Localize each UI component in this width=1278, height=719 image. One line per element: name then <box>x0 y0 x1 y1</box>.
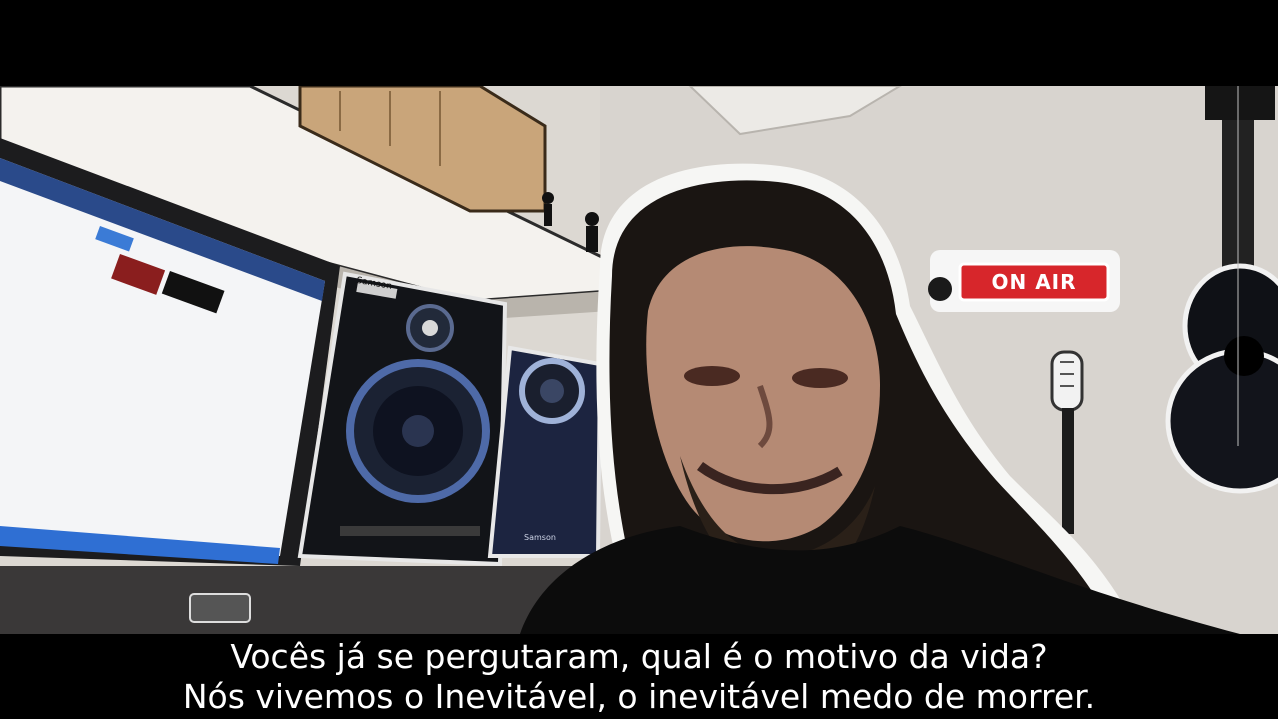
subtitle-line-2: Nós vivemos o Inevitável, o inevitável m… <box>182 676 1096 716</box>
video-scene <box>0 86 1278 634</box>
desktop-speaker-brand-label: Samson <box>524 533 556 542</box>
on-air-sign-text: ON AIR <box>991 270 1077 294</box>
letterbox-top <box>0 0 1278 86</box>
subtitle-block: Vocês já se pergutaram, qual é o motivo … <box>0 634 1278 719</box>
subtitle-line-1: Vocês já se pergutaram, qual é o motivo … <box>230 636 1048 676</box>
video-frame: Vocês já se pergutaram, qual é o motivo … <box>0 0 1278 719</box>
